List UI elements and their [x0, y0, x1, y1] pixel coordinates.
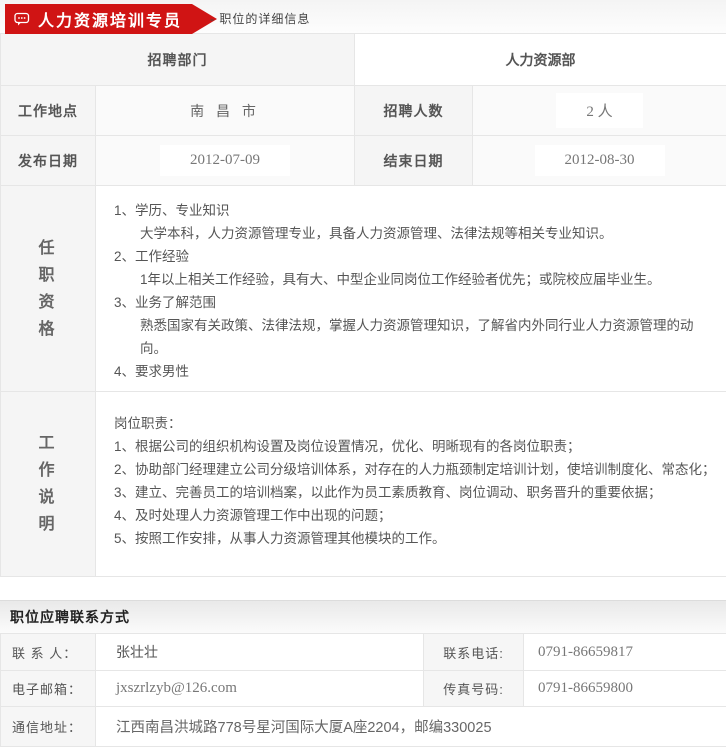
contact-person-value: 张壮壮 — [96, 634, 424, 671]
address-label: 通信地址： — [1, 707, 96, 747]
list-line: 3、建立、完善员工的培训档案，以此作为员工素质教育、岗位调动、职务晋升的重要依据… — [114, 481, 718, 504]
job-title-ribbon: 人力资源培训专员 — [5, 4, 192, 34]
phone-value: 0791-86659817 — [524, 634, 726, 671]
phone-label: 联系电话: — [424, 634, 524, 671]
recruit-dept-value: 人力资源部 — [355, 34, 726, 86]
list-line: 1、根据公司的组织机构设置及岗位设置情况，优化、明晰现有的各岗位职责； — [114, 435, 718, 458]
end-date-cell: 2012-08-30 — [473, 136, 726, 186]
contact-person-label: 联 系 人： — [1, 634, 96, 671]
list-line: 2、协助部门经理建立公司分级培训体系，对存在的人力瓶颈制定培训计划，使培训制度化… — [114, 458, 718, 481]
qualification-label: 任职资格 — [30, 235, 66, 343]
list-line: 熟悉国家有关政策、法律法规，掌握人力资源管理知识，了解省内外同行业人力资源管理的… — [114, 314, 718, 360]
qualification-content: 1、学历、专业知识 大学本科，人力资源管理专业，具备人力资源管理、法律法规等相关… — [96, 186, 726, 392]
contact-section-title: 职位应聘联系方式 — [10, 607, 130, 627]
publish-date-label: 发布日期 — [1, 136, 96, 186]
table-row: 招聘部门 人力资源部 — [1, 34, 726, 86]
recruit-dept-label: 招聘部门 — [1, 34, 355, 86]
table-row: 发布日期 2012-07-09 结束日期 2012-08-30 — [1, 136, 726, 186]
list-line: 4、及时处理人力资源管理工作中出现的问题； — [114, 504, 718, 527]
list-line: 1、学历、专业知识 — [114, 199, 718, 222]
table-row: 工作地点 南 昌 市 招聘人数 2 人 — [1, 86, 726, 136]
table-row: 通信地址： 江西南昌洪城路778号星河国际大厦A座2204，邮编330025 — [1, 707, 726, 747]
location-label: 工作地点 — [1, 86, 96, 136]
email-label: 电子邮箱： — [1, 671, 96, 707]
speech-bubble-icon — [14, 12, 30, 27]
description-label-cell: 工作说明 — [1, 392, 96, 577]
page-header: 人力资源培训专员 - 职位的详细信息 — [0, 0, 726, 33]
list-line: 3、业务了解范围 — [114, 291, 718, 314]
headcount-value-cell: 2 人 — [473, 86, 726, 136]
section-gap — [0, 577, 726, 600]
list-line: 5、按照工作安排，从事人力资源管理其他模块的工作。 — [114, 527, 718, 550]
fax-label: 传真号码: — [424, 671, 524, 707]
banner-subtitle: - 职位的详细信息 — [210, 10, 310, 27]
address-value: 江西南昌洪城路778号星河国际大厦A座2204，邮编330025 — [96, 707, 726, 747]
list-line: 岗位职责： — [114, 412, 718, 435]
table-row: 联 系 人： 张壮壮 联系电话: 0791-86659817 — [1, 634, 726, 671]
end-date-label: 结束日期 — [355, 136, 473, 186]
qualification-label-cell: 任职资格 — [1, 186, 96, 392]
table-row: 电子邮箱： jxszrlzyb@126.com 传真号码: 0791-86659… — [1, 671, 726, 707]
contact-table: 联 系 人： 张壮壮 联系电话: 0791-86659817 电子邮箱： jxs… — [0, 633, 726, 747]
table-row: 任职资格 1、学历、专业知识 大学本科，人力资源管理专业，具备人力资源管理、法律… — [1, 186, 726, 392]
fax-value: 0791-86659800 — [524, 671, 726, 707]
list-line: 1年以上相关工作经验，具有大、中型企业同岗位工作经验者优先；或院校应届毕业生。 — [114, 268, 718, 291]
job-title: 人力资源培训专员 — [38, 7, 182, 31]
location-value: 南 昌 市 — [96, 86, 355, 136]
list-line: 4、要求男性 — [114, 360, 718, 383]
description-content: 岗位职责： 1、根据公司的组织机构设置及岗位设置情况，优化、明晰现有的各岗位职责… — [96, 392, 726, 577]
list-line: 2、工作经验 — [114, 245, 718, 268]
end-date-value: 2012-08-30 — [535, 145, 665, 176]
publish-date-cell: 2012-07-09 — [96, 136, 355, 186]
email-value: jxszrlzyb@126.com — [96, 671, 424, 707]
publish-date-value: 2012-07-09 — [160, 145, 290, 176]
table-row: 工作说明 岗位职责： 1、根据公司的组织机构设置及岗位设置情况，优化、明晰现有的… — [1, 392, 726, 577]
list-line: 大学本科，人力资源管理专业，具备人力资源管理、法律法规等相关专业知识。 — [114, 222, 718, 245]
headcount-value: 2 人 — [556, 93, 642, 128]
description-label: 工作说明 — [30, 430, 66, 538]
contact-section-header: 职位应聘联系方式 — [0, 600, 726, 633]
job-detail-table: 招聘部门 人力资源部 工作地点 南 昌 市 招聘人数 2 人 发布日期 2012… — [0, 33, 726, 577]
headcount-label: 招聘人数 — [355, 86, 473, 136]
